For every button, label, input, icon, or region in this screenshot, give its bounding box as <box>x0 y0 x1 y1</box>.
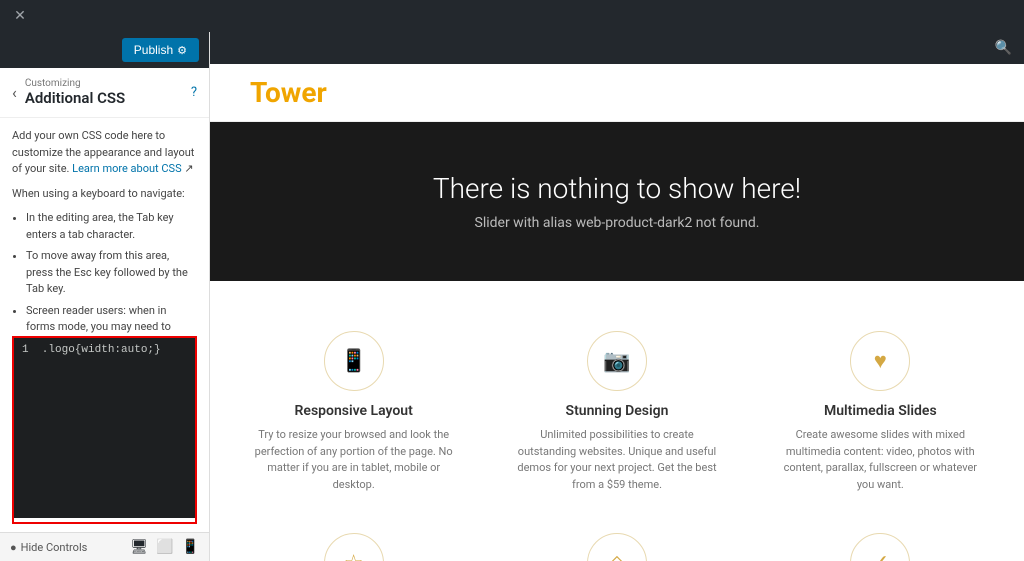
learn-more-link[interactable]: Learn more about CSS <box>72 162 181 175</box>
feature-icon: ◇ <box>587 533 647 561</box>
customizer-section-title: Additional CSS <box>25 89 191 107</box>
feature-title: Stunning Design <box>510 403 723 419</box>
main-layout: Publish ⚙ ‹ Customizing Additional CSS ?… <box>0 32 1024 561</box>
features-grid: 📱 Responsive Layout Try to resize your b… <box>237 321 997 561</box>
hero-title: There is nothing to show here! <box>250 172 984 205</box>
hero-subtitle: Slider with alias web-product-dark2 not … <box>250 215 984 231</box>
feature-item: ◇ One Page With Tower you can create eas… <box>500 523 733 561</box>
eye-icon: ● <box>10 541 17 554</box>
customizer-section-label: Customizing <box>25 78 191 89</box>
features-section: 📱 Responsive Layout Try to resize your b… <box>210 281 1024 561</box>
feature-item: 📱 Responsive Layout Try to resize your b… <box>237 321 470 503</box>
admin-bar: ✕ <box>0 0 1024 32</box>
feature-desc: Try to resize your browsed and look the … <box>247 427 460 493</box>
feature-desc: Unlimited possibilities to create outsta… <box>510 427 723 493</box>
feature-title: Multimedia Slides <box>774 403 987 419</box>
css-editor-input[interactable]: 1 .logo{width:auto;} <box>14 338 195 518</box>
admin-bar-left: ✕ <box>8 4 32 28</box>
feature-item: ✓ Translations Translate and make your w… <box>764 523 997 561</box>
customizer-header: ‹ Customizing Additional CSS ? <box>0 68 209 118</box>
keyboard-nav-title: When using a keyboard to navigate: <box>12 186 197 203</box>
preview-nav: 🔍 <box>210 32 1024 64</box>
publish-label: Publish <box>134 43 173 57</box>
feature-icon: ☆ <box>324 533 384 561</box>
feature-item: ☆ Live Customizer Easy change colors and… <box>237 523 470 561</box>
close-admin-icon[interactable]: ✕ <box>8 4 32 28</box>
publish-button[interactable]: Publish ⚙ <box>122 38 199 62</box>
keyboard-tip-1: In the editing area, the Tab key enters … <box>26 210 197 243</box>
search-icon[interactable]: 🔍 <box>995 40 1012 56</box>
customizer-description: Add your own CSS code here to customize … <box>12 128 197 178</box>
site-header: Tower <box>210 64 1024 122</box>
feature-item: ♥ Multimedia Slides Create awesome slide… <box>764 321 997 503</box>
customizer-title-group: Customizing Additional CSS <box>17 78 191 107</box>
feature-icon: ✓ <box>850 533 910 561</box>
customizer-content: Add your own CSS code here to customize … <box>0 118 209 336</box>
css-editor-container: 1 .logo{width:auto;} <box>12 336 197 524</box>
hide-controls-button[interactable]: ● Hide Controls <box>10 541 87 554</box>
tablet-icon[interactable]: ⬜ <box>156 539 173 555</box>
mobile-icon[interactable]: 📱 <box>182 539 199 555</box>
preview-area: 🔍 Tower There is nothing to show here! S… <box>210 32 1024 561</box>
keyboard-nav-list: In the editing area, the Tab key enters … <box>12 210 197 336</box>
hide-controls-label: Hide Controls <box>21 541 88 554</box>
customizer-sidebar: Publish ⚙ ‹ Customizing Additional CSS ?… <box>0 32 210 561</box>
feature-title: Responsive Layout <box>247 403 460 419</box>
customizer-header-top: ‹ Customizing Additional CSS ? <box>12 78 197 107</box>
logo-t: T <box>250 76 265 109</box>
feature-icon: 📷 <box>587 331 647 391</box>
desktop-icon[interactable]: 🖥 <box>130 539 148 555</box>
feature-icon: ♥ <box>850 331 910 391</box>
feature-item: 📷 Stunning Design Unlimited possibilitie… <box>500 321 733 503</box>
customizer-bottom: ● Hide Controls 🖥 ⬜ 📱 <box>0 532 209 561</box>
gear-icon: ⚙ <box>177 44 187 57</box>
publish-bar: Publish ⚙ <box>0 32 209 68</box>
site-logo: Tower <box>250 76 327 109</box>
keyboard-tip-3: Screen reader users: when in forms mode,… <box>26 303 197 337</box>
website-preview: Tower There is nothing to show here! Sli… <box>210 64 1024 561</box>
feature-desc: Create awesome slides with mixed multime… <box>774 427 987 493</box>
hero-section: There is nothing to show here! Slider wi… <box>210 122 1024 281</box>
device-icons: 🖥 ⬜ 📱 <box>130 539 199 555</box>
logo-rest: ower <box>265 76 327 109</box>
feature-icon: 📱 <box>324 331 384 391</box>
keyboard-tip-2: To move away from this area, press the E… <box>26 248 197 298</box>
help-icon[interactable]: ? <box>191 85 197 100</box>
